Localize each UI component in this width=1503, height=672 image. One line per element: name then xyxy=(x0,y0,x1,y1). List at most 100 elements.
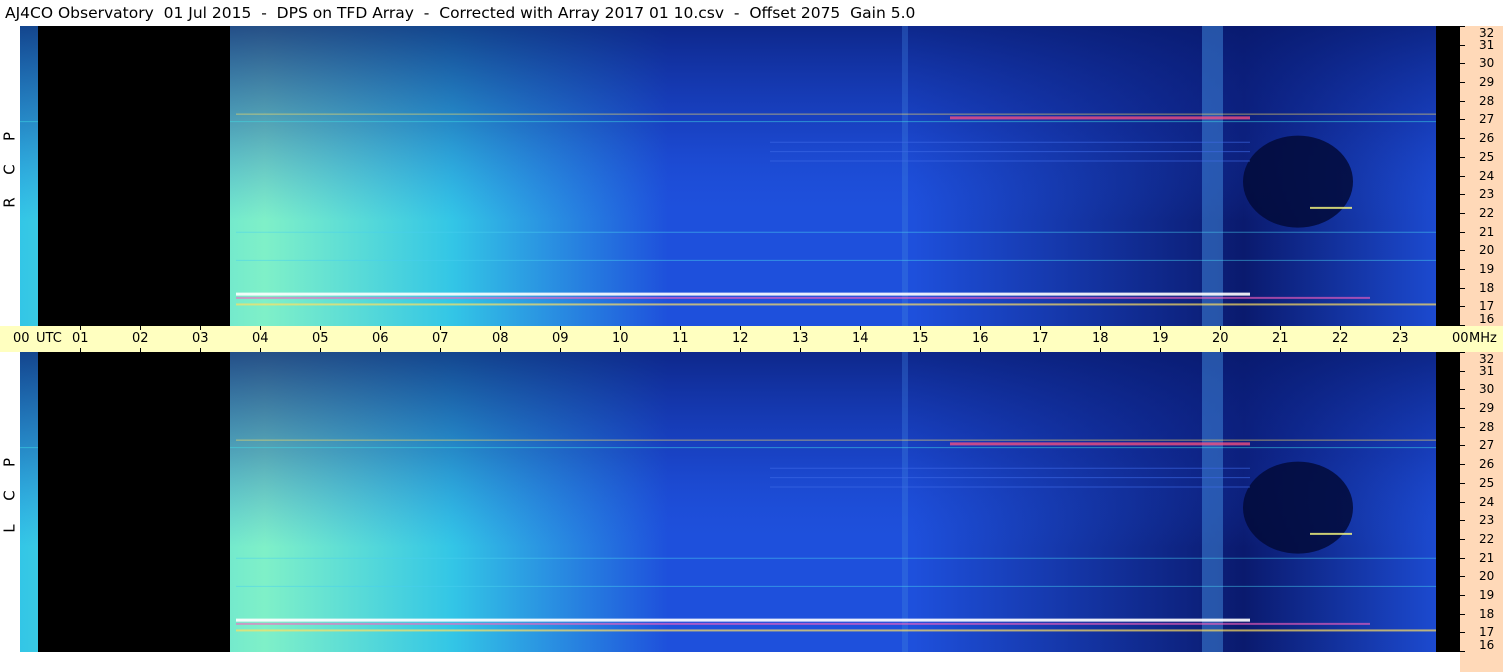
time-tick xyxy=(140,326,141,330)
time-tick xyxy=(200,326,201,330)
freq-tick xyxy=(1460,119,1465,120)
noise-depression xyxy=(1243,461,1353,554)
broadband-column xyxy=(1202,352,1223,652)
time-tick xyxy=(980,326,981,330)
interference-line xyxy=(1310,206,1352,209)
freq-tick xyxy=(1460,539,1465,540)
rcp-freq-label: 28 xyxy=(1479,94,1495,108)
time-label: 19 xyxy=(1152,331,1169,346)
time-tick xyxy=(80,326,81,330)
freq-tick xyxy=(1460,427,1465,428)
lcp-freq-label: 27 xyxy=(1479,438,1495,452)
page-title: AJ4CO Observatory 01 Jul 2015 - DPS on T… xyxy=(0,0,1465,26)
time-label: 13 xyxy=(792,331,809,346)
freq-tick xyxy=(1460,82,1465,83)
time-tick xyxy=(380,326,381,330)
freq-tick xyxy=(1460,558,1465,559)
interference-line xyxy=(236,439,1454,441)
time-label: 18 xyxy=(1092,331,1109,346)
rcp-freq-label: 18 xyxy=(1479,281,1495,295)
lcp-freq-label: 17 xyxy=(1479,625,1495,639)
rcp-freq-label: 16 xyxy=(1479,312,1495,326)
no-data-block xyxy=(38,26,230,326)
freq-axis-footer xyxy=(1460,652,1503,672)
rcp-freq-label: 29 xyxy=(1479,75,1495,89)
time-tick xyxy=(800,326,801,330)
time-tick xyxy=(260,326,261,330)
broadband-column xyxy=(902,26,908,326)
interference-line xyxy=(950,116,1250,120)
freq-tick xyxy=(1460,520,1465,521)
time-tick xyxy=(1100,348,1101,352)
rcp-freq-label: 17 xyxy=(1479,299,1495,313)
interference-line xyxy=(770,486,1250,488)
time-tick xyxy=(140,348,141,352)
time-tick xyxy=(1040,348,1041,352)
freq-axis-bottom: 32 31 30 29 28 27 26 25 24 23 22 21 20 19 18 17 16 xyxy=(1460,352,1503,652)
interference-line xyxy=(236,622,1370,625)
freq-tick xyxy=(1460,306,1465,307)
time-tick xyxy=(1040,326,1041,330)
lcp-freq-label: 31 xyxy=(1479,364,1495,378)
interference-line xyxy=(236,296,1370,299)
time-tick xyxy=(1280,348,1281,352)
rcp-label: P C R xyxy=(0,120,20,219)
freq-tick xyxy=(1460,45,1465,46)
time-tick xyxy=(440,348,441,352)
freq-tick xyxy=(1460,138,1465,139)
time-tick xyxy=(1100,326,1101,330)
freq-tick xyxy=(1460,445,1465,446)
time-tick xyxy=(1160,326,1161,330)
interference-line xyxy=(236,292,1250,296)
freq-tick xyxy=(1460,288,1465,289)
lcp-freq-label: 30 xyxy=(1479,382,1495,396)
time-tick xyxy=(1160,348,1161,352)
rcp-freq-label: 21 xyxy=(1479,225,1495,239)
freq-tick xyxy=(1460,502,1465,503)
no-data-block xyxy=(1436,352,1460,652)
rcp-freq-label: 30 xyxy=(1479,56,1495,70)
time-tick xyxy=(380,348,381,352)
time-label: 04 xyxy=(252,331,269,346)
time-label-end: 00 xyxy=(1452,331,1469,346)
rcp-freq-label: 19 xyxy=(1479,262,1495,276)
freq-tick xyxy=(1460,464,1465,465)
no-data-block xyxy=(38,352,230,652)
time-tick xyxy=(1340,326,1341,330)
freq-tick xyxy=(1460,213,1465,214)
freq-axis-top: 32 31 30 29 28 27 26 25 24 23 22 21 20 19 18 17 16 xyxy=(1460,26,1503,326)
lcp-freq-label: 23 xyxy=(1479,513,1495,527)
lcp-freq-label: 26 xyxy=(1479,457,1495,471)
rcp-freq-label: 20 xyxy=(1479,243,1495,257)
lcp-freq-label: 22 xyxy=(1479,532,1495,546)
utc-label: UTC xyxy=(36,331,62,346)
interference-line xyxy=(236,557,1454,559)
utc-time-axis: 00 UTC 00 MHz 01 02 03 04 05 06 07 08 09 10 11 12 13… xyxy=(0,326,1503,352)
time-tick xyxy=(1400,326,1401,330)
no-data-block xyxy=(1436,26,1460,326)
interference-line xyxy=(770,467,1250,469)
interference-line xyxy=(20,121,1454,123)
interference-line xyxy=(770,151,1250,153)
freq-tick xyxy=(1460,371,1465,372)
rcp-freq-label: 22 xyxy=(1479,206,1495,220)
interference-line xyxy=(1310,532,1352,535)
time-label: 23 xyxy=(1392,331,1409,346)
interference-line xyxy=(236,231,1454,233)
time-tick xyxy=(1220,326,1221,330)
rcp-freq-label: 24 xyxy=(1479,169,1495,183)
lcp-freq-label: 28 xyxy=(1479,420,1495,434)
time-label: 11 xyxy=(672,331,689,346)
time-label: 06 xyxy=(372,331,389,346)
lcp-freq-label: 25 xyxy=(1479,476,1495,490)
interference-line xyxy=(770,141,1250,143)
time-label: 01 xyxy=(72,331,89,346)
interference-line xyxy=(236,585,1454,587)
interference-line xyxy=(770,477,1250,479)
interference-line xyxy=(236,259,1454,261)
time-label-start: 00 xyxy=(13,331,30,346)
broadband-column xyxy=(1202,26,1223,326)
lcp-freq-label: 29 xyxy=(1479,401,1495,415)
time-tick xyxy=(560,348,561,352)
noise-depression xyxy=(1243,135,1353,228)
